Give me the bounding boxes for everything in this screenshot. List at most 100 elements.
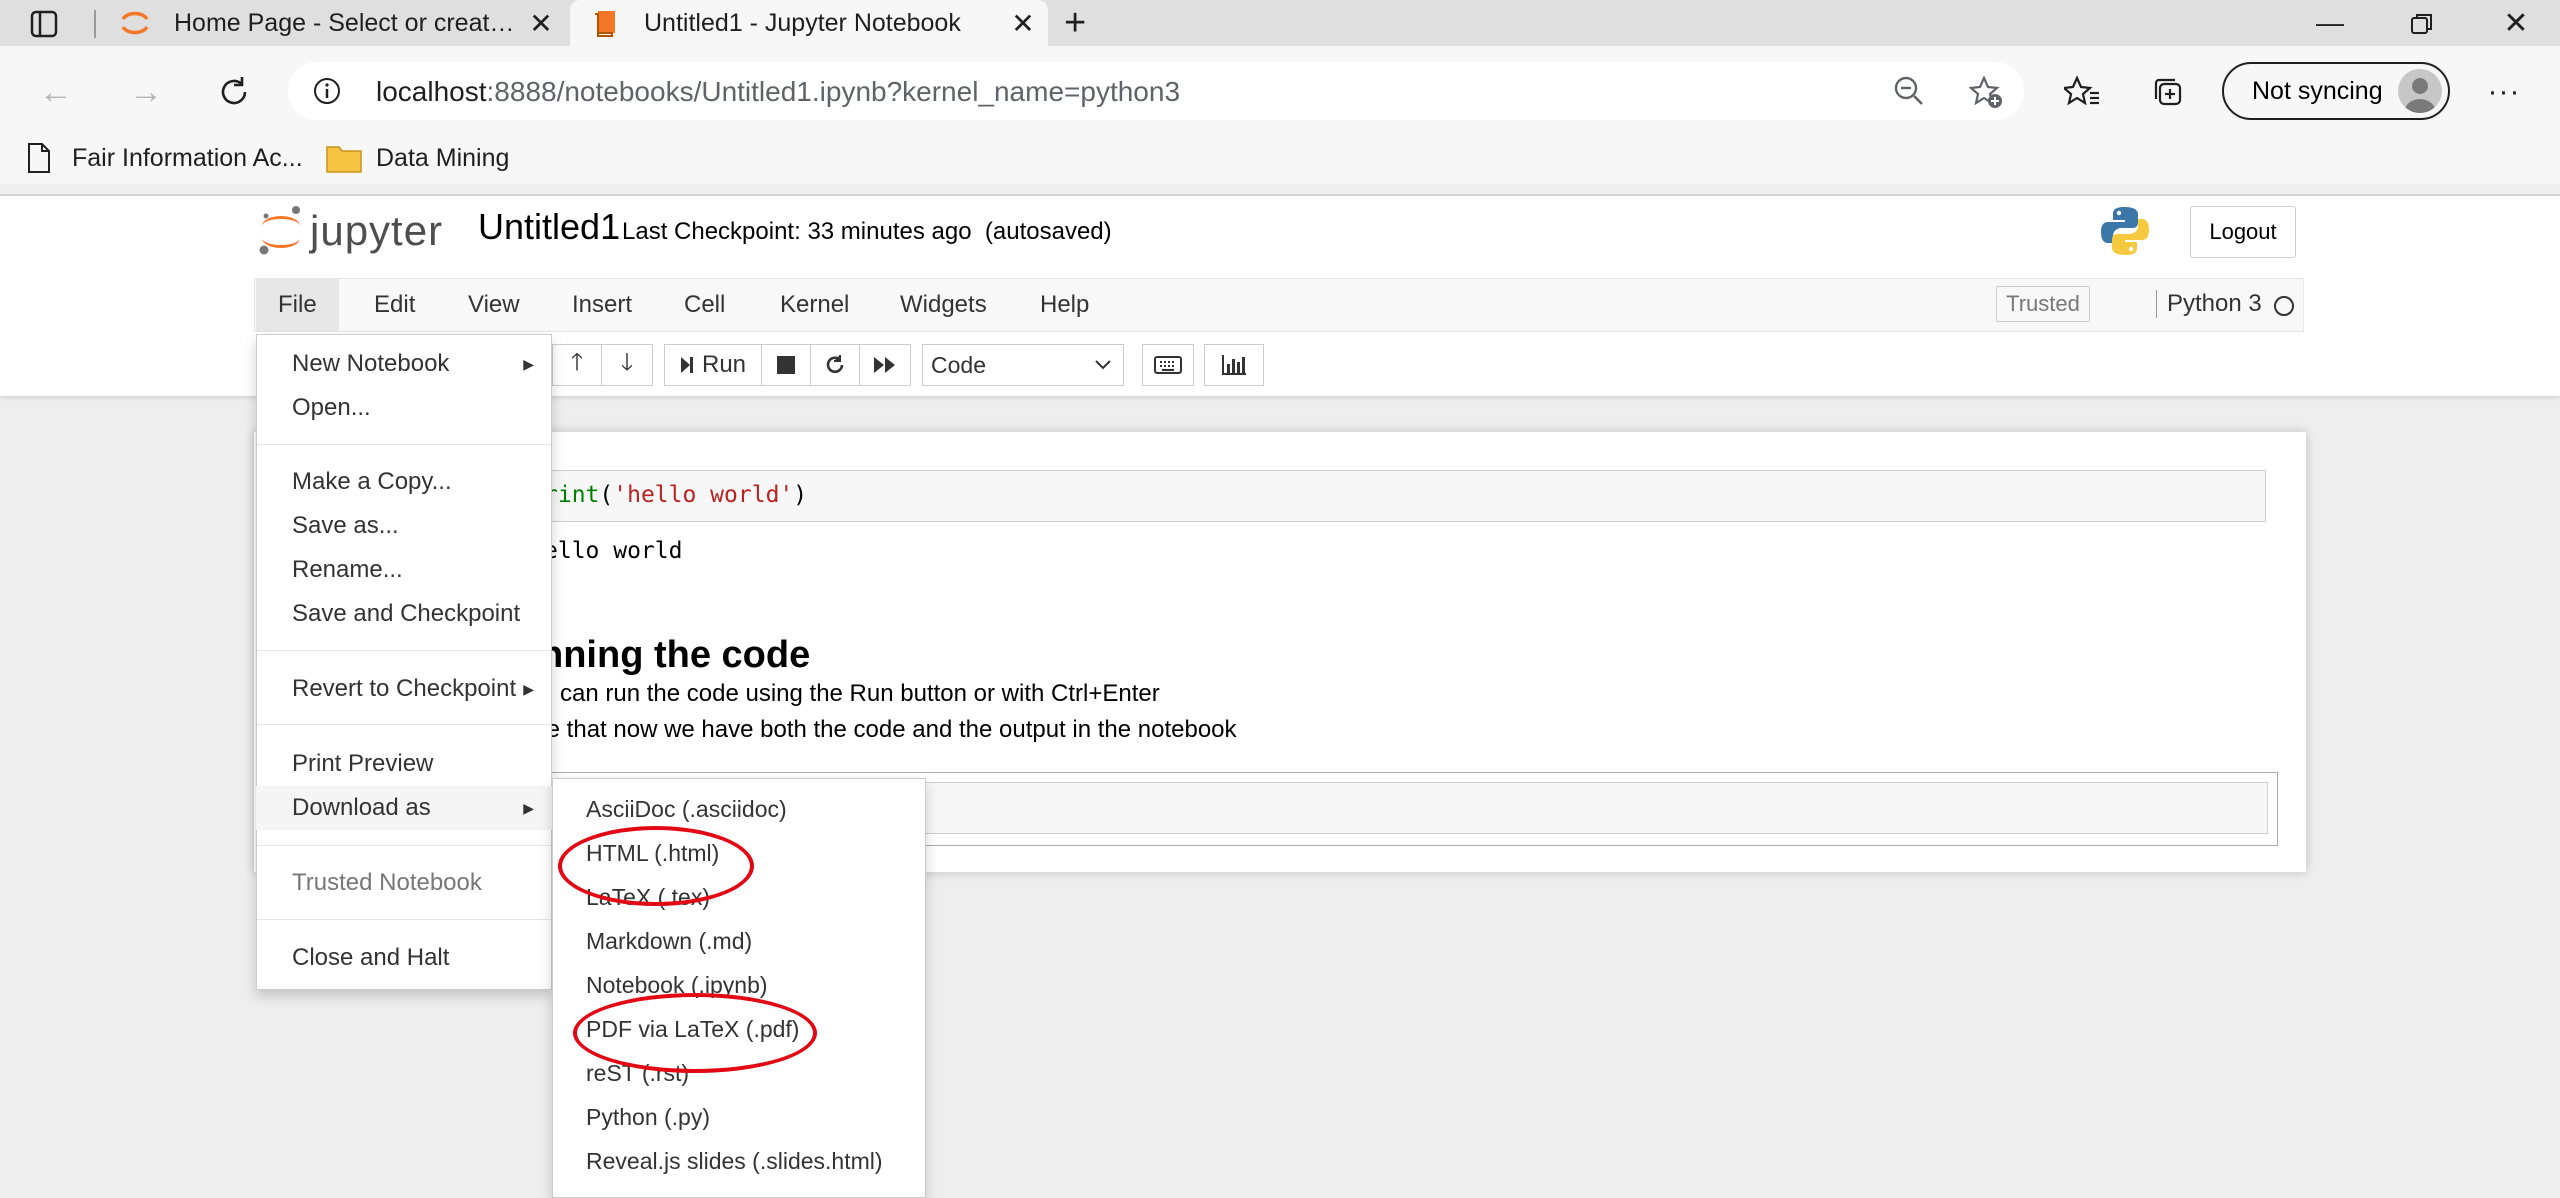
move-down-button[interactable]: 🡓 bbox=[601, 344, 653, 386]
sync-label: Not syncing bbox=[2252, 76, 2383, 105]
menu-file[interactable]: File bbox=[256, 278, 339, 332]
favorites-icon[interactable] bbox=[2062, 72, 2102, 112]
menu-item-save-as[interactable]: Save as... bbox=[256, 504, 552, 548]
download-markdown[interactable]: Markdown (.md) bbox=[552, 919, 926, 963]
url-host: localhost bbox=[376, 76, 487, 107]
jupyter-logo[interactable]: jupyter bbox=[258, 204, 443, 258]
code-paren: ( bbox=[599, 482, 614, 508]
markdown-line-2: te that now we have both the code and th… bbox=[540, 716, 1237, 743]
interrupt-button[interactable] bbox=[761, 344, 811, 386]
python-logo-icon bbox=[2098, 204, 2152, 263]
profile-sync-button[interactable]: Not syncing bbox=[2222, 62, 2450, 120]
tab-title: Untitled1 - Jupyter Notebook bbox=[644, 8, 961, 37]
menu-cell[interactable]: Cell bbox=[662, 278, 747, 332]
menu-edit[interactable]: Edit bbox=[352, 278, 437, 332]
menu-item-print-preview[interactable]: Print Preview bbox=[256, 742, 552, 786]
site-info-icon[interactable] bbox=[310, 74, 344, 108]
menu-item-rename[interactable]: Rename... bbox=[256, 548, 552, 592]
tab-title: Home Page - Select or create a n bbox=[174, 8, 516, 37]
menu-item-label: Download as bbox=[292, 794, 431, 821]
refresh-icon[interactable] bbox=[212, 70, 256, 114]
menu-divider bbox=[257, 650, 551, 651]
minimize-icon[interactable]: — bbox=[2310, 2, 2350, 44]
last-checkpoint: Last Checkpoint: 33 minutes ago bbox=[622, 218, 972, 245]
menu-item-close-halt[interactable]: Close and Halt bbox=[256, 936, 552, 980]
restore-icon[interactable] bbox=[2402, 4, 2442, 44]
more-options-icon[interactable]: ··· bbox=[2484, 72, 2524, 112]
tab-actions-icon[interactable] bbox=[26, 6, 62, 42]
tab-home-page[interactable]: Home Page - Select or create a n ✕ bbox=[100, 0, 566, 46]
url-text[interactable]: localhost:8888/notebooks/Untitled1.ipynb… bbox=[376, 76, 1180, 108]
run-button[interactable]: Run bbox=[664, 344, 762, 386]
command-palette-button[interactable] bbox=[1142, 344, 1194, 386]
restart-run-all-button[interactable] bbox=[859, 344, 911, 386]
zoom-out-icon[interactable] bbox=[1890, 72, 1928, 110]
code-print: rint bbox=[544, 482, 600, 508]
menu-item-new-notebook[interactable]: New Notebook ▶ bbox=[256, 342, 552, 386]
jupyter-logo-text: jupyter bbox=[310, 207, 444, 254]
cell-type-select[interactable]: Code bbox=[922, 344, 1124, 386]
menu-item-label: Revert to Checkpoint bbox=[292, 675, 517, 702]
bookmark-label: Data Mining bbox=[376, 143, 510, 172]
collections-icon[interactable] bbox=[2148, 72, 2188, 112]
add-favorite-icon[interactable] bbox=[1966, 72, 2006, 112]
markdown-heading: nning the code bbox=[540, 634, 811, 676]
close-window-icon[interactable]: ✕ bbox=[2496, 2, 2536, 44]
back-icon[interactable]: ← bbox=[34, 70, 78, 114]
close-tab-icon[interactable]: ✕ bbox=[998, 7, 1048, 40]
menu-item-label: New Notebook bbox=[292, 350, 450, 377]
menu-item-open[interactable]: Open... bbox=[256, 386, 552, 430]
arrow-down-icon: 🡓 bbox=[620, 348, 634, 376]
menu-divider bbox=[257, 444, 551, 445]
folder-icon bbox=[326, 143, 362, 173]
restart-icon bbox=[824, 354, 846, 376]
move-up-button[interactable]: 🡑 bbox=[552, 344, 602, 386]
submenu-arrow-icon: ▶ bbox=[523, 680, 534, 697]
code-text: rint('hello world') bbox=[544, 482, 807, 508]
bookmark-data-mining[interactable]: Data Mining bbox=[326, 138, 509, 178]
menu-item-revert-checkpoint[interactable]: Revert to Checkpoint ▶ bbox=[256, 667, 552, 711]
download-asciidoc[interactable]: AsciiDoc (.asciidoc) bbox=[552, 787, 926, 831]
tab-jupyter-notebook[interactable]: Untitled1 - Jupyter Notebook ✕ bbox=[570, 0, 1048, 46]
code-string: 'hello world' bbox=[613, 482, 794, 508]
new-tab-icon[interactable]: + bbox=[1064, 2, 1086, 44]
chevron-down-icon bbox=[1093, 353, 1113, 380]
url-path: :8888/notebooks/Untitled1.ipynb?kernel_n… bbox=[486, 76, 1181, 107]
kernel-name[interactable]: Python 3 bbox=[2156, 290, 2262, 318]
avatar bbox=[2398, 69, 2442, 113]
menu-widgets[interactable]: Widgets bbox=[878, 278, 1009, 332]
stop-icon bbox=[777, 356, 795, 374]
download-python[interactable]: Python (.py) bbox=[552, 1095, 926, 1139]
menu-divider bbox=[257, 845, 551, 846]
bookmark-label: Fair Information Ac... bbox=[72, 143, 303, 172]
notebook-favicon-icon bbox=[588, 6, 622, 40]
forward-icon[interactable]: → bbox=[124, 70, 168, 114]
highlight-html-annotation bbox=[558, 826, 754, 906]
menu-view[interactable]: View bbox=[446, 278, 542, 332]
cell-output: ello world bbox=[544, 538, 683, 564]
menu-help[interactable]: Help bbox=[1018, 278, 1111, 332]
submenu-arrow-icon: ▶ bbox=[523, 799, 534, 816]
download-reveal-slides[interactable]: Reveal.js slides (.slides.html) bbox=[552, 1139, 926, 1183]
keyboard-icon bbox=[1154, 356, 1182, 374]
notebook-title[interactable]: Untitled1 bbox=[478, 206, 620, 248]
trusted-indicator[interactable]: Trusted bbox=[1996, 286, 2090, 322]
menu-item-trusted-notebook: Trusted Notebook bbox=[292, 869, 482, 896]
tab-divider bbox=[94, 10, 96, 38]
menu-item-save-checkpoint[interactable]: Save and Checkpoint bbox=[256, 592, 552, 636]
cell-type-value: Code bbox=[931, 351, 986, 378]
jupyter-logo-icon bbox=[259, 206, 300, 255]
bookmark-fair-information[interactable]: Fair Information Ac... bbox=[26, 138, 303, 178]
menu-item-download-as[interactable]: Download as ▶ bbox=[256, 786, 552, 830]
chart-button[interactable] bbox=[1204, 344, 1264, 386]
menu-kernel[interactable]: Kernel bbox=[758, 278, 871, 332]
code-paren: ) bbox=[793, 482, 808, 508]
menu-insert[interactable]: Insert bbox=[550, 278, 654, 332]
restart-button[interactable] bbox=[810, 344, 860, 386]
submenu-arrow-icon: ▶ bbox=[523, 355, 534, 372]
menu-item-make-copy[interactable]: Make a Copy... bbox=[256, 460, 552, 504]
close-tab-icon[interactable]: ✕ bbox=[516, 7, 566, 40]
logout-button[interactable]: Logout bbox=[2190, 206, 2296, 258]
markdown-line-1: u can run the code using the Run button … bbox=[540, 680, 1160, 707]
checkpoint-status: Last Checkpoint: 33 minutes ago (autosav… bbox=[622, 218, 1112, 246]
